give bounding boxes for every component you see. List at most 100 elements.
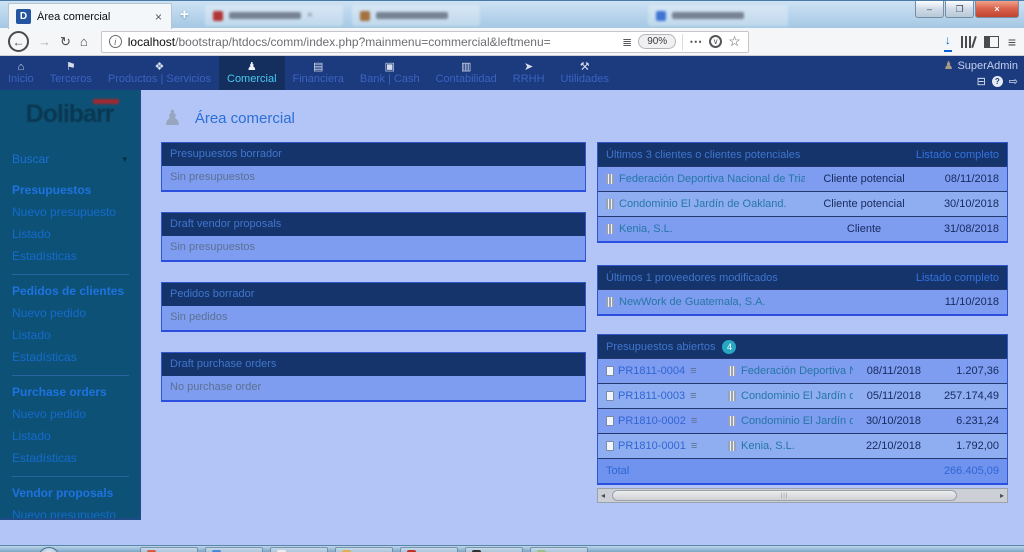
topmenu-item-productos[interactable]: ❖ Productos | Servicios: [100, 56, 219, 90]
topmenu-item-inicio[interactable]: ⌂ Inicio: [0, 56, 42, 90]
sidebar-item-estadisticas-presupuestos[interactable]: Estadísticas: [12, 249, 139, 263]
chevron-down-icon[interactable]: ▾: [122, 154, 127, 165]
user-menu[interactable]: ♟ SuperAdmin: [944, 59, 1018, 73]
zoom-level-badge[interactable]: 90%: [638, 34, 677, 49]
refresh-button[interactable]: ↻: [60, 35, 71, 48]
bookmark-star-icon[interactable]: ☆: [728, 33, 741, 50]
sidebar-section-vendor-proposals[interactable]: Vendor proposals: [12, 486, 139, 500]
company-link[interactable]: Condominio El Jardín de Oakland.: [606, 198, 805, 210]
sidebar-item-listado-presupuestos[interactable]: Listado: [12, 227, 139, 241]
row-date: 30/10/2018: [943, 198, 999, 210]
forward-button[interactable]: →: [38, 35, 51, 48]
company-link[interactable]: Condominio El Jardín de Oakland.: [728, 390, 853, 402]
company-link[interactable]: Kenia, S.L.: [728, 440, 853, 452]
reader-mode-icon[interactable]: ≣: [622, 35, 632, 49]
topmenu-item-bank[interactable]: ▣ Bank | Cash: [352, 56, 428, 90]
company-link[interactable]: Kenia, S.L.: [606, 223, 805, 235]
sidebar-item-listado-compras[interactable]: Listado: [12, 429, 139, 443]
commercial-area-icon: ♟: [163, 106, 182, 130]
full-list-link[interactable]: Listado completo: [916, 149, 999, 161]
sidebar-item-nuevo-pedido-compra[interactable]: Nuevo pedido: [12, 407, 139, 421]
logout-icon[interactable]: ⇨: [1009, 76, 1018, 87]
background-tab-close-icon[interactable]: ×: [307, 10, 313, 21]
pocket-icon[interactable]: ∨: [709, 35, 723, 48]
sidebar-toggle-icon[interactable]: [983, 35, 999, 48]
topmenu-item-comercial[interactable]: ♟ Comercial: [219, 56, 285, 90]
bank-icon: ▣: [384, 60, 395, 73]
taskbar-button[interactable]: [140, 547, 198, 552]
divider: [12, 274, 129, 275]
url-host: localhost: [127, 34, 176, 49]
sidebar-item-nuevo-presupuesto[interactable]: Nuevo presupuesto: [12, 205, 139, 219]
scrollbar-thumb[interactable]: |||: [612, 490, 957, 501]
topmenu-item-terceros[interactable]: ⚑ Terceros: [42, 56, 100, 90]
company-icon: [606, 199, 614, 209]
sidebar-section-pedidos-clientes[interactable]: Pedidos de clientes: [12, 284, 139, 298]
start-button[interactable]: [38, 547, 60, 552]
background-tab[interactable]: [352, 5, 480, 26]
page-actions-icon[interactable]: ⋯: [689, 34, 703, 50]
company-link[interactable]: Federación Deportiva Nacional de Triatló…: [606, 173, 805, 185]
menu-hamburger-icon[interactable]: ≡: [1008, 34, 1016, 50]
total-label: Total: [606, 465, 630, 477]
lines-icon[interactable]: ≡: [690, 365, 696, 377]
taskbar-button[interactable]: [465, 547, 523, 552]
lines-icon[interactable]: ≡: [691, 415, 697, 427]
taskbar-button[interactable]: [400, 547, 458, 552]
url-bar[interactable]: i localhost/bootstrap/htdocs/comm/index.…: [100, 30, 749, 53]
help-icon[interactable]: ?: [991, 76, 1003, 87]
sidebar-search[interactable]: Buscar ▾: [0, 144, 139, 172]
sidebar-item-nuevo-pedido[interactable]: Nuevo pedido: [12, 306, 139, 320]
box-presupuestos-borrador: Presupuestos borrador Sin presupuestos: [161, 142, 586, 192]
sidebar-item-nuevo-presupuesto-proveedor[interactable]: Nuevo presupuesto: [12, 508, 139, 518]
dolibarr-topmenu: ⌂ Inicio ⚑ Terceros ❖ Productos | Servic…: [0, 56, 1024, 90]
tab-close-icon[interactable]: ×: [153, 10, 164, 24]
lines-icon[interactable]: ≡: [691, 440, 697, 452]
maximize-button[interactable]: ❐: [945, 1, 974, 18]
topmenu-item-utilidades[interactable]: ⚒ Utilidades: [553, 56, 617, 90]
company-icon: [728, 416, 736, 426]
back-button[interactable]: ←: [8, 31, 29, 52]
print-icon[interactable]: ⊟: [977, 76, 986, 87]
scroll-left-icon[interactable]: ◂: [601, 491, 605, 500]
taskbar-button[interactable]: [270, 547, 328, 552]
proposal-ref-link[interactable]: PR1811-0003 ≡: [606, 390, 728, 402]
close-button[interactable]: ×: [975, 1, 1019, 18]
row-date: 22/10/2018: [865, 440, 921, 452]
company-link[interactable]: Federación Deportiva Nacional de Triatló…: [728, 365, 853, 377]
background-tab[interactable]: ×: [205, 5, 343, 26]
sidebar-item-estadisticas-pedidos[interactable]: Estadísticas: [12, 350, 139, 364]
count-badge: 4: [722, 339, 737, 354]
browser-tab-active[interactable]: D Área comercial ×: [8, 3, 172, 29]
table-total-row: Total 266.405,09: [598, 458, 1007, 483]
minimize-button[interactable]: –: [915, 1, 944, 18]
financial-icon: ▤: [312, 60, 324, 73]
dolibarr-favicon-icon: D: [16, 9, 31, 24]
taskbar-button[interactable]: [205, 547, 263, 552]
taskbar-button[interactable]: [335, 547, 393, 552]
sidebar-item-estadisticas-compras[interactable]: Estadísticas: [12, 451, 139, 465]
site-info-icon[interactable]: i: [108, 35, 122, 48]
company-link[interactable]: NewWork de Guatemala, S.A.: [606, 296, 923, 308]
home-button[interactable]: ⌂: [80, 35, 88, 48]
topmenu-item-financiera[interactable]: ▤ Financiera: [285, 56, 352, 90]
scroll-right-icon[interactable]: ▸: [1000, 491, 1004, 500]
company-link[interactable]: Condominio El Jardín de Oakland.: [728, 415, 853, 427]
full-list-link[interactable]: Listado completo: [916, 272, 999, 284]
proposal-ref-link[interactable]: PR1810-0002 ≡: [606, 415, 728, 427]
taskbar-button[interactable]: [530, 547, 588, 552]
topmenu-item-contabilidad[interactable]: ▥ Contabilidad: [428, 56, 505, 90]
sidebar-section-purchase-orders[interactable]: Purchase orders: [12, 385, 139, 399]
horizontal-scrollbar[interactable]: ◂ ||| ▸: [597, 488, 1008, 503]
background-tab[interactable]: [648, 5, 788, 26]
sidebar-item-listado-pedidos[interactable]: Listado: [12, 328, 139, 342]
proposal-ref-link[interactable]: PR1811-0004 ≡: [606, 365, 728, 377]
topmenu-item-rrhh[interactable]: ➤ RRHH: [505, 56, 553, 90]
downloads-button[interactable]: ↓: [943, 31, 952, 52]
proposal-ref-link[interactable]: PR1810-0001 ≡: [606, 440, 728, 452]
sidebar-section-presupuestos[interactable]: Presupuestos: [12, 183, 139, 197]
library-icon[interactable]: [960, 35, 977, 48]
lines-icon[interactable]: ≡: [690, 390, 696, 402]
accountancy-icon: ▥: [460, 60, 472, 73]
new-tab-button[interactable]: +: [180, 6, 189, 23]
